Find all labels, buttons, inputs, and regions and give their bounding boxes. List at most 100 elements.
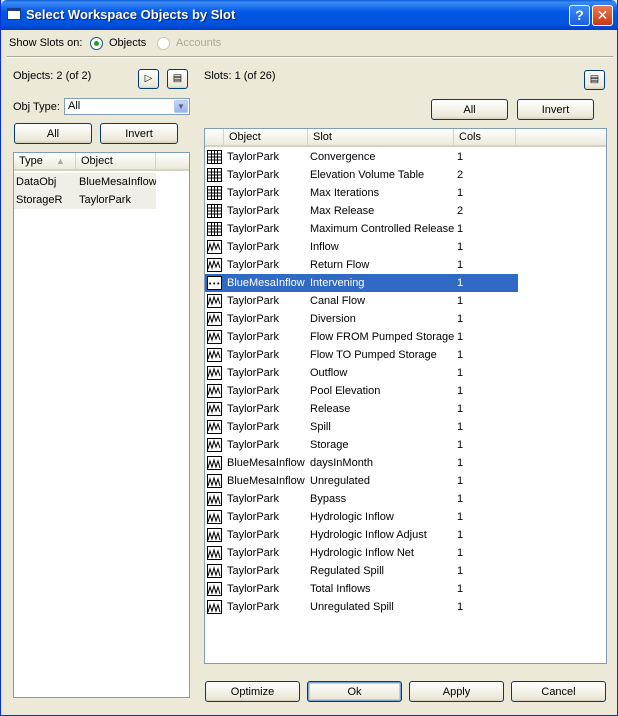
play-button[interactable]: ▷: [138, 69, 159, 89]
svg-text:•••: •••: [208, 280, 220, 288]
row-object: TaylorPark: [227, 439, 279, 451]
list-item-object: BlueMesaInflow: [79, 176, 156, 188]
right-invert-button[interactable]: Invert: [517, 99, 594, 120]
row-slot: Unregulated Spill: [310, 601, 394, 613]
row-object: TaylorPark: [227, 493, 279, 505]
table-row[interactable]: TaylorPark Canal Flow 1: [205, 292, 606, 310]
row-cols: 1: [457, 241, 464, 253]
table-row[interactable]: TaylorPark Max Iterations 1: [205, 184, 606, 202]
row-object: BlueMesaInflow: [227, 457, 305, 469]
agg-series-icon: [207, 510, 222, 524]
list-item-type: StorageR: [16, 194, 63, 206]
ok-button[interactable]: Ok: [307, 681, 402, 702]
right-config-button[interactable]: ▤: [584, 70, 605, 90]
agg-series-icon: [207, 546, 222, 560]
table-row[interactable]: TaylorPark Hydrologic Inflow Net 1: [205, 544, 606, 562]
radio-objects-label[interactable]: Objects: [109, 37, 146, 49]
table-row[interactable]: TaylorPark Return Flow 1: [205, 256, 606, 274]
table-row[interactable]: TaylorPark Elevation Volume Table 2: [205, 166, 606, 184]
table-row[interactable]: TaylorPark Inflow 1: [205, 238, 606, 256]
row-cols: 1: [457, 511, 464, 523]
col-header-object[interactable]: Object: [76, 153, 156, 171]
right-all-button[interactable]: All: [431, 99, 508, 120]
table-row[interactable]: TaylorPark Hydrologic Inflow 1: [205, 508, 606, 526]
agg-series-icon: [207, 474, 222, 488]
left-invert-button[interactable]: Invert: [100, 123, 178, 144]
row-cols: 1: [457, 295, 464, 307]
agg-series-icon: [207, 564, 222, 578]
series-icon: [207, 366, 222, 380]
table-row[interactable]: TaylorPark Unregulated Spill 1: [205, 598, 606, 616]
row-object: TaylorPark: [227, 331, 279, 343]
row-slot: Maximum Controlled Release: [310, 223, 454, 235]
slots-list[interactable]: Object Slot Cols TaylorPark Convergence 1 T…: [204, 128, 607, 664]
table-row[interactable]: TaylorPark Hydrologic Inflow Adjust 1: [205, 526, 606, 544]
list-item[interactable]: DataObj BlueMesaInflow: [14, 173, 156, 191]
apply-button[interactable]: Apply: [409, 681, 504, 702]
series-icon: [207, 258, 222, 272]
table-row[interactable]: TaylorPark Pool Elevation 1: [205, 382, 606, 400]
table-row[interactable]: BlueMesaInflow daysInMonth 1: [205, 454, 606, 472]
table-row[interactable]: TaylorPark Maximum Controlled Release 1: [205, 220, 606, 238]
close-button[interactable]: ✕: [592, 5, 613, 26]
left-all-button[interactable]: All: [14, 123, 92, 144]
row-cols: 1: [457, 601, 464, 613]
table-row[interactable]: TaylorPark Max Release 2: [205, 202, 606, 220]
obj-type-label: Obj Type:: [13, 101, 60, 113]
table-row[interactable]: BlueMesaInflow Unregulated 1: [205, 472, 606, 490]
series-icon: [207, 384, 222, 398]
row-object: TaylorPark: [227, 403, 279, 415]
row-cols: 1: [457, 313, 464, 325]
table-row[interactable]: TaylorPark Storage 1: [205, 436, 606, 454]
table-row[interactable]: TaylorPark Regulated Spill 1: [205, 562, 606, 580]
row-cols: 1: [457, 475, 464, 487]
title-bar[interactable]: Select Workspace Objects by Slot ? ✕: [1, 0, 617, 30]
col-header-filler: [156, 153, 189, 171]
left-config-button[interactable]: ▤: [167, 69, 188, 89]
series-icon: [207, 420, 222, 434]
col-header-object[interactable]: Object: [224, 129, 308, 147]
grid-config-icon: ▤: [172, 73, 183, 84]
series-icon: [207, 348, 222, 362]
table-row[interactable]: TaylorPark Convergence 1: [205, 148, 606, 166]
col-header-slot[interactable]: Slot: [308, 129, 454, 147]
obj-type-select[interactable]: All ▼: [64, 98, 190, 115]
separator: [7, 56, 613, 58]
table-row[interactable]: TaylorPark Diversion 1: [205, 310, 606, 328]
col-header-cols[interactable]: Cols: [454, 129, 516, 147]
agg-series-icon: [207, 528, 222, 542]
list-item[interactable]: StorageR TaylorPark: [14, 191, 156, 209]
objects-list[interactable]: Type ▲ Object DataObj BlueMesaInflow Sto…: [13, 152, 190, 698]
cancel-button[interactable]: Cancel: [511, 681, 606, 702]
table-row[interactable]: TaylorPark Flow TO Pumped Storage 1: [205, 346, 606, 364]
optimize-button[interactable]: Optimize: [205, 681, 300, 702]
row-cols: 1: [457, 187, 464, 199]
row-cols: 1: [457, 223, 464, 235]
row-slot: Outflow: [310, 367, 348, 379]
list-item-type: DataObj: [16, 176, 57, 188]
col-header-type[interactable]: Type ▲: [14, 153, 76, 171]
row-slot: Regulated Spill: [310, 565, 384, 577]
window-title: Select Workspace Objects by Slot: [26, 7, 236, 22]
row-cols: 1: [457, 439, 464, 451]
table-row[interactable]: TaylorPark Spill 1: [205, 418, 606, 436]
table-row[interactable]: TaylorPark Outflow 1: [205, 364, 606, 382]
row-slot: Return Flow: [310, 259, 370, 271]
table-row[interactable]: TaylorPark Total Inflows 1: [205, 580, 606, 598]
table-row[interactable]: TaylorPark Flow FROM Pumped Storage 1: [205, 328, 606, 346]
show-slots-label: Show Slots on:: [9, 37, 83, 49]
row-object: BlueMesaInflow: [227, 277, 305, 289]
series-icon: [207, 402, 222, 416]
chevron-down-icon[interactable]: ▼: [174, 100, 188, 113]
table-row[interactable]: TaylorPark Bypass 1: [205, 490, 606, 508]
slots-count: Slots: 1 (of 26): [204, 70, 276, 82]
row-slot: Hydrologic Inflow Net: [310, 547, 414, 559]
row-slot: Flow FROM Pumped Storage: [310, 331, 454, 343]
row-cols: 2: [457, 205, 464, 217]
table-row[interactable]: TaylorPark Release 1: [205, 400, 606, 418]
series-icon: [207, 438, 222, 452]
row-cols: 1: [457, 277, 464, 289]
help-button[interactable]: ?: [569, 5, 590, 26]
radio-objects[interactable]: [90, 37, 103, 50]
table-row[interactable]: ••• BlueMesaInflow Intervening 1: [205, 274, 518, 292]
